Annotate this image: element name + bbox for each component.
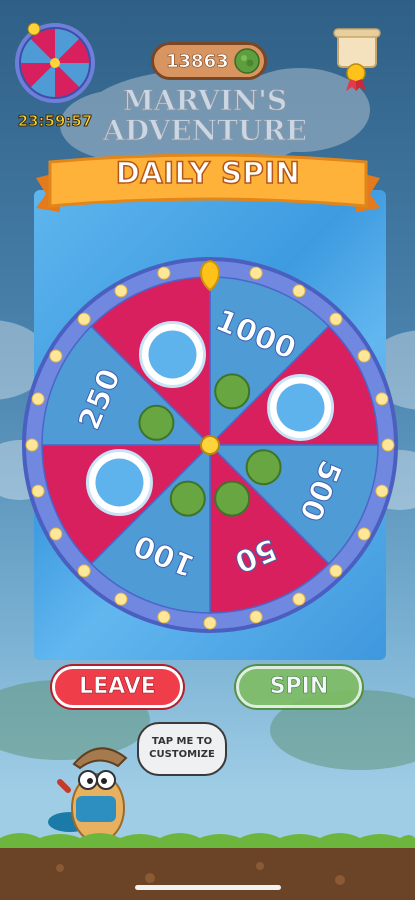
coin-count: 13863 <box>166 51 229 73</box>
wheel-bulb <box>49 527 63 541</box>
wheel-bulb <box>375 392 389 406</box>
coin-icon <box>214 480 251 517</box>
speech-line-1: TAP ME TO <box>151 736 213 747</box>
wheel-bulb <box>292 284 306 298</box>
coin-icon <box>138 404 175 441</box>
coin-icon <box>245 449 282 486</box>
coin-icon <box>234 48 260 74</box>
wheel-bulb <box>357 349 371 363</box>
prize-wheel[interactable]: 100050050100250 <box>20 255 400 635</box>
wheel-bulb <box>157 266 171 280</box>
title-line-1: MARVIN'S <box>122 84 288 117</box>
wheel-bulb <box>329 312 343 326</box>
wheel-bulb <box>375 484 389 498</box>
bubble-icon-inner <box>95 458 144 507</box>
quest-scroll-icon[interactable] <box>332 25 384 95</box>
wheel-hub <box>200 435 220 455</box>
home-indicator[interactable] <box>135 885 281 890</box>
title-line-2: ADVENTURE <box>102 114 308 147</box>
wheel-bulb <box>31 392 45 406</box>
leave-button[interactable]: LEAVE <box>52 666 183 708</box>
wheel-bulb <box>31 484 45 498</box>
wheel-bulb <box>292 592 306 606</box>
wheel-bulb <box>114 284 128 298</box>
spin-button[interactable]: SPIN <box>236 666 362 708</box>
coin-icon <box>169 480 206 517</box>
wheel-bulb <box>49 349 63 363</box>
wheel-bulb <box>381 438 395 452</box>
customize-speech-bubble[interactable]: TAP ME TO CUSTOMIZE <box>137 722 227 776</box>
coin-icon <box>214 373 251 410</box>
game-title-logo: MARVIN'S ADVENTURE <box>80 84 330 147</box>
wheel-bulb <box>249 610 263 624</box>
wheel-bulb <box>249 266 263 280</box>
wheel-bulb <box>114 592 128 606</box>
wheel-bulb <box>357 527 371 541</box>
refresh-icon-inner <box>148 330 197 379</box>
daily-spin-title: DAILY SPIN <box>115 155 301 191</box>
coin-balance: 13863 <box>151 42 267 80</box>
vortex-icon-inner <box>276 383 325 432</box>
wheel-bulb <box>25 438 39 452</box>
speech-line-2: CUSTOMIZE <box>149 749 215 760</box>
wheel-bulb <box>203 616 217 630</box>
wheel-bulb <box>157 610 171 624</box>
wheel-bulb <box>77 564 91 578</box>
wheel-bulb <box>329 564 343 578</box>
wheel-bulb <box>77 312 91 326</box>
